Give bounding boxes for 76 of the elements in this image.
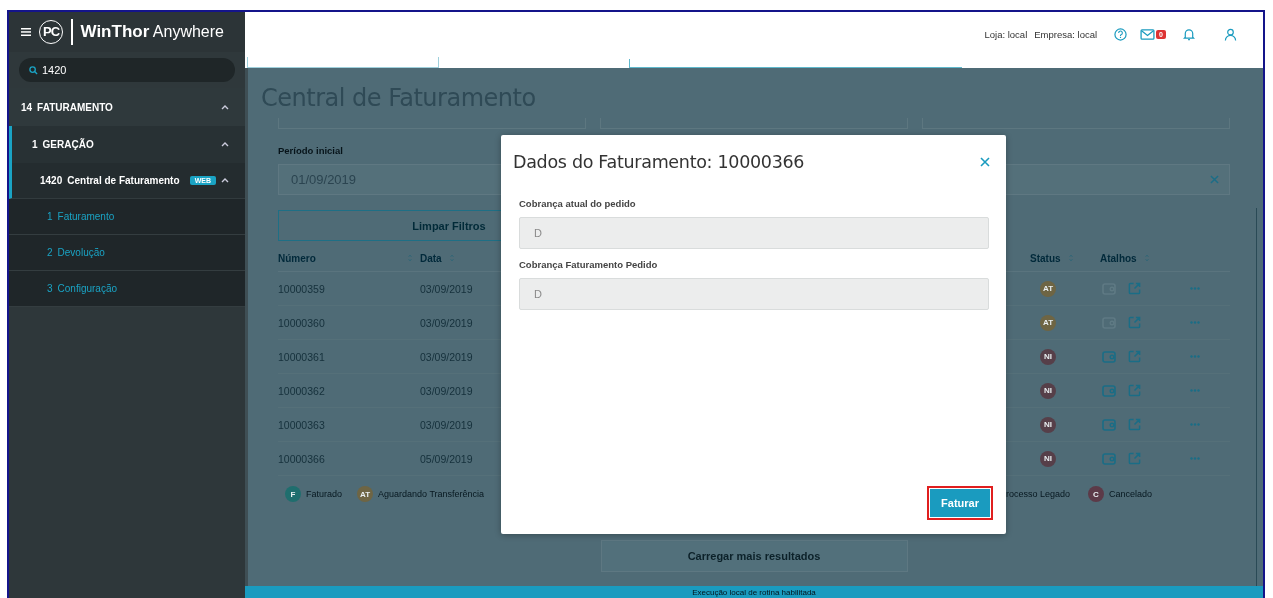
legend-label: rocesso Legado <box>1006 489 1071 499</box>
close-icon[interactable] <box>980 157 990 167</box>
table-cell: 05/09/2019 <box>420 452 473 465</box>
submit-button[interactable]: Faturar <box>929 488 991 518</box>
field-label: Cobrança atual do pedido <box>519 198 637 209</box>
sort-icon[interactable] <box>1144 254 1149 262</box>
nav-item[interactable]: 1 GERAÇÃO <box>9 126 245 163</box>
status-badge: NI <box>1040 382 1056 399</box>
more-icon[interactable] <box>1190 457 1200 460</box>
bell-icon[interactable] <box>1183 27 1195 41</box>
help-icon[interactable] <box>1114 27 1128 41</box>
status-badge: AT <box>357 486 373 502</box>
column-header[interactable]: Atalhos <box>1100 252 1137 264</box>
store-label: Loja: local <box>984 28 1028 40</box>
collapse-icon[interactable] <box>221 177 229 184</box>
load-more-button[interactable]: Carregar mais resultados <box>600 540 908 572</box>
collapse-icon[interactable] <box>221 103 229 111</box>
text-field: D <box>519 278 989 310</box>
column-header[interactable]: Número <box>278 252 316 264</box>
menu-icon[interactable] <box>21 28 31 36</box>
text-field: D <box>519 217 989 249</box>
nav-item[interactable]: 3 Configuração <box>9 271 245 307</box>
external-link-icon[interactable] <box>1128 384 1141 397</box>
external-link-icon[interactable] <box>1128 418 1141 431</box>
more-icon[interactable] <box>1190 355 1200 358</box>
wallet-icon[interactable] <box>1102 452 1116 465</box>
sort-icon[interactable] <box>449 254 454 262</box>
nav-item[interactable]: 2 Devolução <box>9 235 245 271</box>
table-cell: 03/09/2019 <box>420 316 473 329</box>
table-cell: 10000363 <box>278 418 325 431</box>
table-cell: 03/09/2019 <box>420 282 473 295</box>
clear-icon[interactable] <box>1210 175 1219 184</box>
brand-name: WinThor Anywhere <box>80 22 224 42</box>
table-cell: 10000359 <box>278 282 325 295</box>
legend-label: Cancelado <box>1109 489 1153 499</box>
table-cell: 03/09/2019 <box>420 418 473 431</box>
wallet-icon[interactable] <box>1102 384 1116 397</box>
search-field[interactable]: 1420 <box>19 58 235 82</box>
more-icon[interactable] <box>1190 321 1200 324</box>
search-icon <box>29 66 38 75</box>
column-header[interactable]: Data <box>420 252 442 264</box>
column-header[interactable]: Status <box>1030 252 1061 264</box>
more-icon[interactable] <box>1190 287 1200 290</box>
status-badge: F <box>285 486 301 502</box>
external-link-icon[interactable] <box>1128 316 1141 329</box>
mail-icon[interactable] <box>1140 28 1156 40</box>
table-cell: 03/09/2019 <box>420 350 473 363</box>
sort-icon[interactable] <box>1068 254 1073 262</box>
nav-item[interactable]: 1 Faturamento <box>9 199 245 235</box>
status-badge: AT <box>1040 314 1056 331</box>
external-link-icon[interactable] <box>1128 282 1141 295</box>
table-cell: 10000366 <box>278 452 325 465</box>
status-badge: C <box>1088 486 1104 502</box>
scrollbar[interactable] <box>1256 208 1257 586</box>
company-label: Empresa: local <box>1034 28 1098 40</box>
status-text: Execução local de rotina habilitada <box>692 587 816 597</box>
user-icon[interactable] <box>1224 27 1237 41</box>
more-icon[interactable] <box>1190 423 1200 426</box>
collapse-icon[interactable] <box>221 141 229 148</box>
status-badge: NI <box>1040 450 1056 467</box>
table-cell: 10000360 <box>278 316 325 329</box>
more-icon[interactable] <box>1190 389 1200 392</box>
external-link-icon[interactable] <box>1128 452 1141 465</box>
table-cell: 10000362 <box>278 384 325 397</box>
table-cell: 03/09/2019 <box>420 384 473 397</box>
legend-label: Aguardando Transferência <box>378 489 485 499</box>
status-badge: AT <box>1040 280 1056 297</box>
field-label: Período inicial <box>278 145 344 156</box>
field-label: Cobrança Faturamento Pedido <box>519 259 659 270</box>
status-badge: NI <box>1040 416 1056 433</box>
wallet-icon[interactable] <box>1102 418 1116 431</box>
external-link-icon[interactable] <box>1128 350 1141 363</box>
status-badge: NI <box>1040 348 1056 365</box>
wallet-icon[interactable] <box>1102 350 1116 363</box>
legend-label: Faturado <box>306 489 343 499</box>
table-cell: 10000361 <box>278 350 325 363</box>
